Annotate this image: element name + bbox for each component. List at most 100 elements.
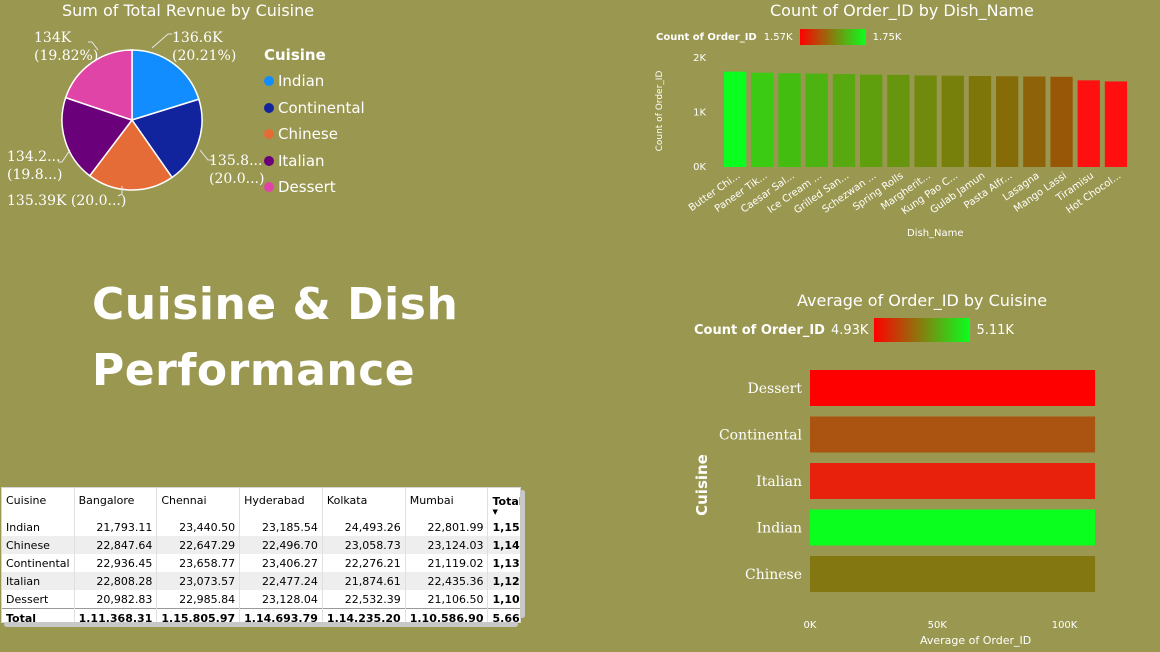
legend-label: Dessert: [278, 178, 336, 197]
matrix-cell: 1,14,174.39: [487, 536, 520, 554]
cuisine-bar-italian[interactable]: [810, 463, 1096, 499]
matrix-cell: 1,14,693.79: [239, 608, 323, 622]
matrix-cell: 22,532.39: [321, 590, 406, 609]
matrix-cell: 23,128.04: [239, 590, 323, 609]
table-row[interactable]: Italian 22,808.28 23,073.57 22,477.24 21,874…: [2, 572, 520, 590]
legend-item-dessert[interactable]: Dessert: [264, 174, 365, 201]
page-title: Cuisine & Dish Performance: [92, 272, 458, 404]
dish-gradient-max: 1.75K: [872, 31, 902, 43]
table-row[interactable]: Indian 21,793.11 23,440.50 23,185.54 24,493.…: [2, 518, 520, 536]
table-row[interactable]: Continental 22,936.45 23,658.77 23,406.27 22…: [2, 554, 520, 572]
dish-bar[interactable]: [1023, 76, 1046, 167]
matrix-cell: 1,11,368.31: [73, 608, 157, 622]
dish-bar[interactable]: [860, 74, 883, 167]
dish-bar-chart[interactable]: 0K1K2KButter Chi...Paneer Tik...Caesar S…: [650, 45, 1140, 245]
dish-bar[interactable]: [1104, 81, 1128, 167]
dish-bar[interactable]: [724, 71, 747, 167]
dish-bar[interactable]: [832, 74, 856, 167]
matrix-row-label: Italian: [2, 572, 75, 590]
cuisine-xtick-label: 100K: [1052, 620, 1078, 631]
matrix-header-mumbai[interactable]: Mumbai: [404, 488, 488, 518]
dish-bar[interactable]: [996, 76, 1019, 167]
cuisine-bar-indian[interactable]: [810, 509, 1096, 546]
dish-bar[interactable]: [751, 72, 774, 167]
matrix-cell: 23,440.50: [156, 518, 240, 536]
dish-bar[interactable]: [887, 74, 910, 167]
matrix-cell: 1,10,586.90: [404, 608, 488, 622]
dish-bar[interactable]: [968, 75, 992, 167]
legend-dot-icon: [264, 129, 274, 140]
legend-item-continental[interactable]: Continental: [264, 95, 365, 122]
matrix-cell: 1,10,735.60: [487, 590, 520, 609]
matrix-header-hyderabad[interactable]: Hyderabad: [239, 488, 323, 518]
dish-bar[interactable]: [914, 75, 937, 167]
matrix-cell: 23,185.54: [239, 518, 323, 536]
legend-label: Italian: [278, 151, 325, 170]
pie-label-chinese: 135.39K (20.0...): [7, 193, 127, 209]
legend-title: Cuisine: [264, 46, 326, 64]
dish-ylabel: Count of Order_ID: [655, 70, 665, 152]
cuisine-bar-chinese[interactable]: [810, 556, 1096, 592]
cuisine-gradient-label: Count of Order_ID: [694, 322, 825, 338]
matrix-cell: 22,435.36: [404, 572, 488, 590]
pie-legend: Cuisine Indian Continental Chinese Italian D…: [264, 46, 365, 201]
matrix-cell: 1,14,235.20: [321, 608, 406, 622]
page-title-line2: Performance: [92, 345, 416, 396]
matrix-cell: 1,13,396.72: [487, 554, 520, 572]
matrix-cell: 22,276.21: [321, 554, 406, 572]
cuisine-ytick-label: Chinese: [745, 567, 802, 583]
matrix-header-bangalore[interactable]: Bangalore: [73, 488, 157, 518]
matrix-cell: 24,493.26: [321, 518, 406, 536]
matrix-cell: 1,12,669.06: [487, 572, 520, 590]
matrix-cell: 23,658.77: [156, 554, 240, 572]
pie-label-dessert: 134K (19.82%): [34, 30, 99, 64]
table-row[interactable]: Chinese 22,847.64 22,647.29 22,496.70 23,058…: [2, 536, 520, 554]
cuisine-gradient-bar: [874, 318, 971, 342]
dish-ytick-label: 1K: [693, 108, 706, 119]
matrix-header-cuisine[interactable]: Cuisine: [2, 488, 74, 518]
matrix-cell: 23,073.57: [156, 572, 240, 590]
legend-label: Continental: [278, 98, 365, 117]
dish-bar[interactable]: [1050, 76, 1073, 167]
matrix-total-row[interactable]: Total 1,11,368.31 1,15,805.97 1,14,693.79 1,…: [2, 608, 520, 622]
cuisine-gradient-max: 5.11K: [976, 322, 1014, 338]
cuisine-gradient-min: 4.93K: [830, 322, 869, 338]
cuisine-bar-dessert[interactable]: [810, 370, 1096, 406]
pie-label-italian: 134.2... (19.8...): [7, 149, 63, 183]
legend-item-indian[interactable]: Indian: [264, 68, 365, 95]
matrix-row-label: Total: [2, 608, 75, 622]
dish-ytick-label: 2K: [693, 53, 706, 64]
matrix-row-label: Continental: [6, 556, 70, 570]
legend-item-italian[interactable]: Italian: [264, 148, 365, 175]
matrix-cell: 20,982.83: [73, 590, 157, 609]
dish-bar[interactable]: [778, 73, 801, 167]
matrix-header-kolkata[interactable]: Kolkata: [321, 488, 406, 518]
legend-dot-icon: [264, 102, 274, 113]
dish-bar[interactable]: [805, 73, 828, 167]
matrix-table: Cuisine Bangalore Chennai Hyderabad Kolkata M…: [2, 488, 520, 622]
cuisine-ytick-label: Continental: [719, 428, 803, 444]
matrix-vertical-scrollbar[interactable]: [520, 490, 525, 618]
matrix-row-label: Chinese: [2, 536, 75, 554]
dish-bar[interactable]: [941, 75, 964, 167]
legend-item-chinese[interactable]: Chinese: [264, 121, 365, 148]
revenue-matrix[interactable]: Cuisine Bangalore Chennai Hyderabad Kolkata M…: [1, 487, 521, 623]
cuisine-bar-continental[interactable]: [810, 416, 1096, 453]
dish-bar[interactable]: [1077, 80, 1100, 167]
pie-label-continental: 135.8... (20.0...): [209, 153, 265, 187]
cuisine-bar-chart[interactable]: Dessert Continental Italian Indian Chinese 0K…: [700, 360, 1150, 635]
matrix-cell: 1,15,714.40: [487, 518, 520, 536]
matrix-header-total[interactable]: Total ▼: [487, 488, 520, 518]
cuisine-xtick-label: 50K: [928, 620, 948, 631]
cuisine-ytick-label: Italian: [756, 474, 802, 490]
matrix-horizontal-scrollbar[interactable]: [4, 622, 518, 627]
legend-dot-icon: [264, 76, 274, 87]
dish-chart-title: Count of Order_ID by Dish_Name: [770, 1, 1034, 20]
sort-desc-icon[interactable]: ▼: [492, 508, 520, 516]
matrix-cell: 21,874.61: [321, 572, 406, 590]
matrix-row-label: Indian: [6, 520, 40, 534]
matrix-cell: 21,793.11: [73, 518, 157, 536]
dish-gradient-min: 1.57K: [763, 31, 793, 43]
table-row[interactable]: Dessert 20,982.83 22,985.84 23,128.04 22,532…: [2, 590, 520, 609]
matrix-header-chennai[interactable]: Chennai: [156, 488, 240, 518]
